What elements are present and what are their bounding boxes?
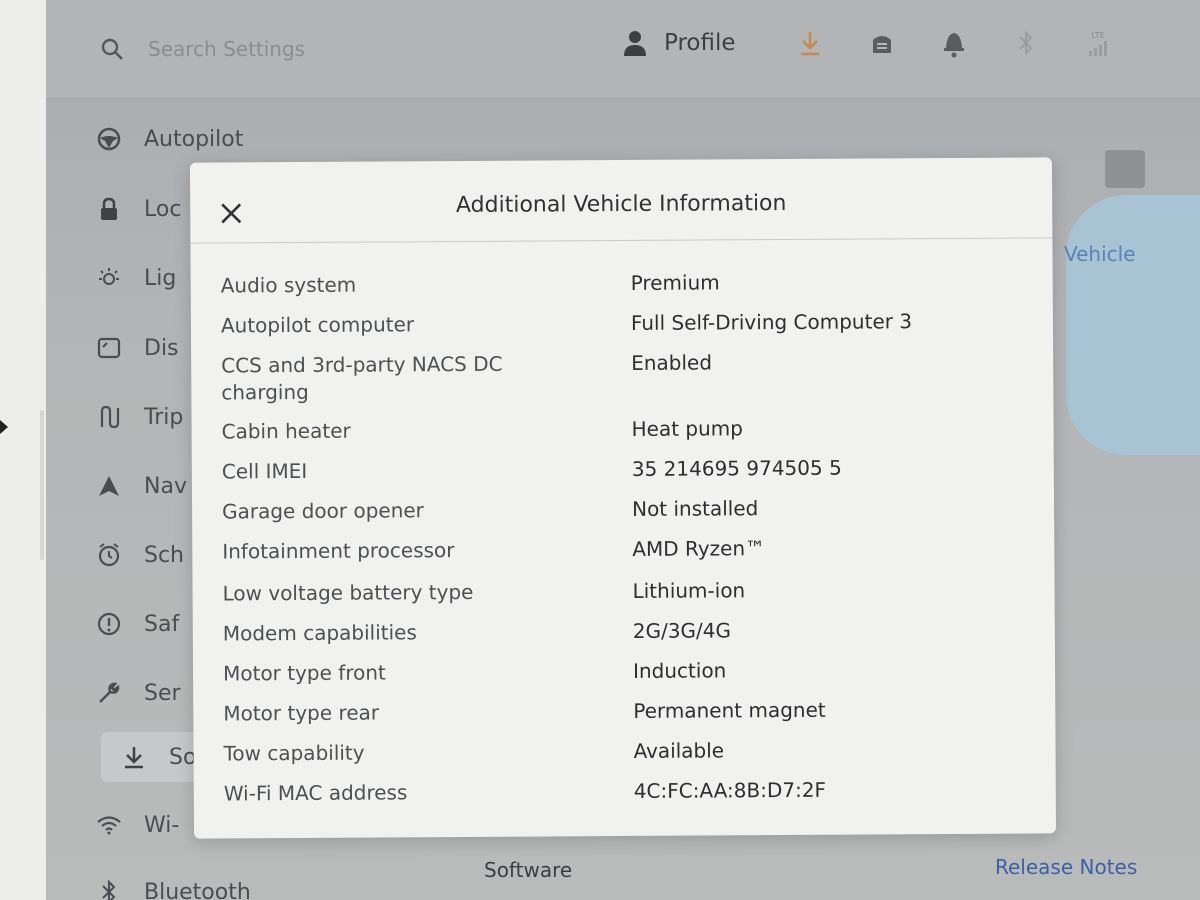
sidebar-item-wifi[interactable]: Wi- — [96, 800, 179, 850]
sidebar-item-display[interactable]: Dis — [96, 323, 179, 373]
navigation-icon — [96, 473, 122, 499]
display-icon — [96, 335, 122, 361]
info-label: Infotainment processor — [222, 538, 455, 564]
vehicle-link[interactable]: Vehicle — [1064, 242, 1136, 266]
sidebar-item-label: Nav — [144, 473, 187, 499]
sidebar-item-label: Ser — [144, 680, 181, 706]
sidebar-item-bluetooth[interactable]: Bluetooth — [96, 867, 251, 900]
info-row-cabin-heater: Cabin heater Heat pump — [222, 414, 1022, 459]
status-icons: LTE — [796, 28, 1112, 58]
download-icon — [121, 744, 147, 770]
info-value: Lithium-ion — [632, 578, 746, 603]
info-label: Autopilot computer — [220, 312, 415, 338]
info-value: 35 214695 974505 5 — [631, 455, 842, 481]
wifi-icon — [96, 812, 122, 838]
light-icon — [96, 265, 122, 291]
info-label: Garage door opener — [222, 498, 424, 524]
lte-signal-icon: LTE — [1084, 28, 1112, 58]
search-input[interactable] — [146, 36, 370, 62]
lte-label: LTE — [1091, 30, 1105, 40]
sidebar-item-label: Dis — [144, 335, 179, 361]
info-value: Not installed — [631, 496, 759, 521]
background-card — [1105, 150, 1145, 188]
bluetooth-icon — [96, 879, 122, 900]
info-value: 4C:FC:AA:8B:D7:2F — [633, 777, 827, 803]
info-label: Cabin heater — [221, 418, 351, 444]
search-icon — [101, 38, 123, 60]
scroll-indicator — [40, 410, 44, 560]
info-label: Tow capability — [223, 740, 365, 766]
sidebar-item-locks[interactable]: Loc — [96, 184, 181, 234]
info-label: Cell IMEI — [221, 458, 308, 484]
info-value: Permanent magnet — [633, 697, 826, 723]
wrench-icon — [96, 680, 122, 706]
sidebar-item-label: Saf — [144, 611, 180, 637]
download-icon[interactable] — [796, 28, 824, 58]
profile-label: Profile — [664, 30, 736, 56]
info-value: 2G/3G/4G — [632, 618, 732, 643]
trip-icon — [96, 404, 122, 430]
info-value: Available — [633, 738, 725, 763]
info-row-garage-door-opener: Garage door opener Not installed — [222, 494, 1022, 539]
sidebar-item-label: Autopilot — [144, 126, 244, 152]
sidebar-item-label: Trip — [144, 404, 184, 430]
info-row-dc-charging: CCS and 3rd-party NACS DC charging Enabl… — [221, 348, 1021, 419]
profile-button[interactable]: Profile — [624, 30, 736, 56]
pointer-arrow-icon — [0, 420, 8, 434]
info-row-infotainment-processor: Infotainment processor AMD Ryzen™ — [222, 534, 1022, 581]
info-value: Full Self-Driving Computer 3 — [630, 309, 913, 335]
person-icon — [624, 31, 646, 56]
info-row-audio-system: Audio system Premium — [221, 268, 1021, 313]
info-value: Heat pump — [631, 416, 744, 441]
device-bezel — [0, 0, 46, 900]
release-notes-link[interactable]: Release Notes — [995, 855, 1137, 879]
sidebar-item-label: Wi- — [144, 812, 180, 838]
info-row-autopilot-computer: Autopilot computer Full Self-Driving Com… — [221, 308, 1021, 353]
info-row-wifi-mac-address: Wi-Fi MAC address 4C:FC:AA:8B:D7:2F — [224, 776, 1024, 821]
info-label: Low voltage battery type — [222, 579, 474, 606]
sidebar-item-safety[interactable]: Saf — [96, 599, 179, 649]
info-label: Audio system — [220, 272, 357, 298]
info-row-cell-imei: Cell IMEI 35 214695 974505 5 — [222, 454, 1022, 499]
info-row-modem-capabilities: Modem capabilities 2G/3G/4G — [223, 616, 1023, 661]
info-label: Modem capabilities — [222, 620, 417, 646]
vehicle-info-list: Audio system Premium Autopilot computer … — [221, 268, 1024, 821]
info-row-tow-capability: Tow capability Available — [223, 736, 1023, 781]
schedule-icon — [96, 542, 122, 568]
sidebar-item-schedule[interactable]: Sch — [96, 530, 184, 580]
info-label: Motor type front — [222, 660, 386, 686]
bluetooth-icon[interactable] — [1012, 28, 1040, 58]
sidebar-item-label: Loc — [144, 196, 182, 222]
info-value: Premium — [630, 270, 720, 295]
info-row-low-voltage-battery: Low voltage battery type Lithium-ion — [222, 576, 1022, 621]
info-label: Wi-Fi MAC address — [223, 780, 408, 806]
sidebar-item-navigation[interactable]: Nav — [96, 461, 187, 511]
info-value: AMD Ryzen™ — [632, 536, 766, 561]
info-row-motor-type-front: Motor type front Induction — [223, 656, 1023, 701]
sidebar-item-label: Lig — [144, 265, 177, 291]
info-label: Motor type rear — [223, 700, 380, 726]
dialog-title: Additional Vehicle Information — [455, 190, 787, 219]
search-bar[interactable] — [100, 36, 370, 62]
safety-icon — [96, 611, 122, 637]
sidebar-item-autopilot[interactable]: Autopilot — [96, 114, 243, 164]
info-value: Enabled — [631, 350, 713, 375]
info-label: CCS and 3rd-party NACS DC charging — [221, 351, 503, 405]
bell-icon[interactable] — [940, 28, 968, 58]
lock-icon — [96, 196, 122, 222]
additional-vehicle-info-dialog: Additional Vehicle Information Audio sys… — [189, 157, 1057, 839]
sidebar-item-trips[interactable]: Trip — [96, 392, 183, 442]
info-value: Induction — [632, 658, 727, 683]
info-row-motor-type-rear: Motor type rear Permanent magnet — [223, 696, 1023, 741]
sidebar-item-service[interactable]: Ser — [96, 668, 181, 718]
steering-wheel-icon — [96, 126, 122, 152]
software-heading: Software — [484, 858, 573, 882]
top-bar: Profile LTE — [46, 0, 1200, 99]
sidebar-item-lights[interactable]: Lig — [96, 253, 176, 303]
sidebar-item-label: Sch — [144, 542, 185, 568]
glovebox-icon[interactable] — [868, 28, 896, 58]
vehicle-image-background — [1066, 195, 1200, 455]
sidebar-item-label: Bluetooth — [144, 879, 251, 900]
dialog-divider — [190, 237, 1053, 244]
